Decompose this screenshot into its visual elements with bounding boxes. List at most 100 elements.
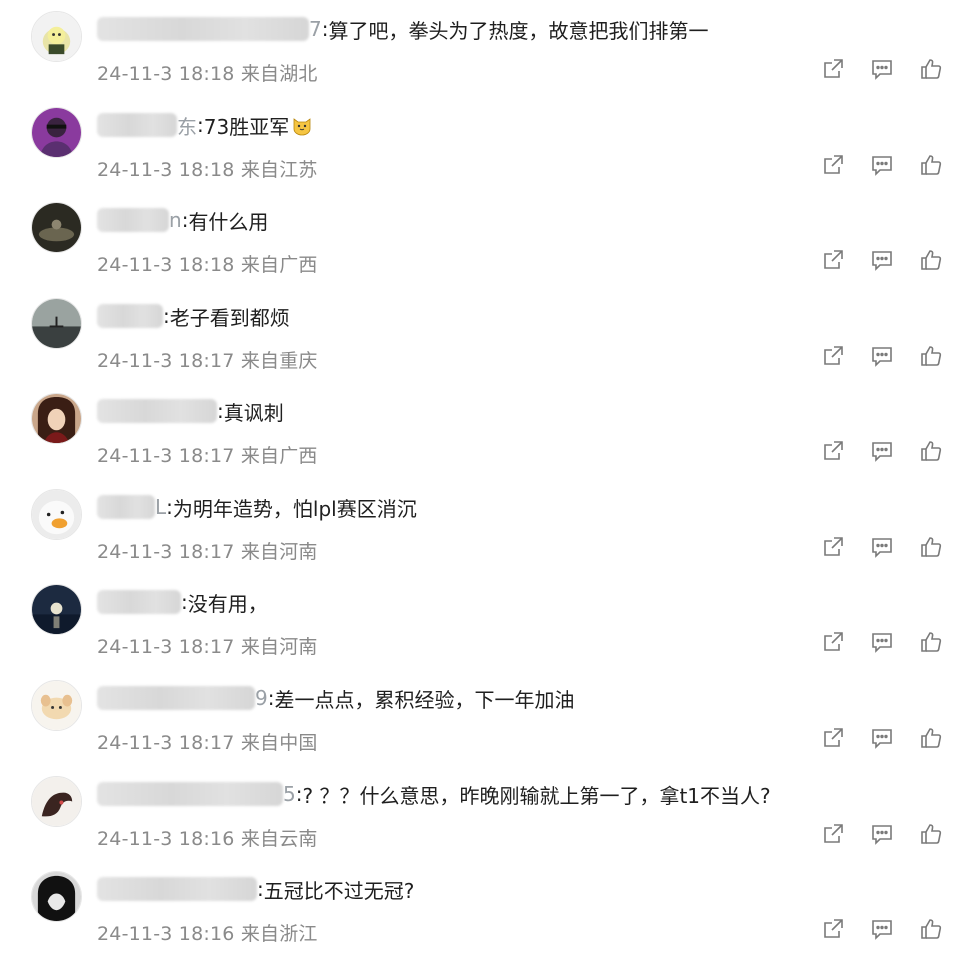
avatar[interactable] <box>31 298 82 349</box>
like-button[interactable] <box>918 346 944 370</box>
share-button[interactable] <box>820 632 846 656</box>
comment-icon <box>870 917 894 945</box>
comment-meta: 24-11-3 18:16 来自云南 <box>97 824 318 851</box>
username-tail[interactable]: n <box>169 208 182 232</box>
thumbs-up-icon <box>919 726 943 754</box>
comment-date: 24-11-3 18:16 <box>97 828 235 850</box>
reply-button[interactable] <box>869 632 895 656</box>
username-redacted[interactable] <box>97 590 181 614</box>
thumbs-up-icon <box>919 344 943 372</box>
share-button[interactable] <box>820 250 846 274</box>
comment-meta: 24-11-3 18:17 来自河南 <box>97 537 318 564</box>
comment-text: 73胜亚军 <box>203 114 290 139</box>
thumbs-up-icon <box>919 439 943 467</box>
comment-text: 没有用， <box>187 591 268 616</box>
reply-button[interactable] <box>869 346 895 370</box>
comment-meta: 24-11-3 18:18 来自湖北 <box>97 59 318 86</box>
username-redacted[interactable] <box>97 877 257 901</box>
comment-separator: : <box>163 304 170 328</box>
share-icon <box>821 630 845 658</box>
comment-location: 来自河南 <box>240 636 318 658</box>
like-button[interactable] <box>918 632 944 656</box>
like-button[interactable] <box>918 728 944 752</box>
share-button[interactable] <box>820 346 846 370</box>
comment-separator: : <box>295 782 303 806</box>
avatar[interactable] <box>31 107 82 158</box>
share-icon <box>821 439 845 467</box>
like-button[interactable] <box>918 250 944 274</box>
cat-emoji-icon <box>291 114 313 136</box>
reply-button[interactable] <box>869 441 895 465</box>
share-icon <box>821 917 845 945</box>
avatar[interactable] <box>31 489 82 540</box>
thumbs-up-icon <box>919 248 943 276</box>
share-button[interactable] <box>820 59 846 83</box>
comment-text: ? ？？什么意思，昨晚刚输就上第一了，拿t1不当人? <box>302 783 771 808</box>
username-redacted[interactable] <box>97 113 177 137</box>
username-tail[interactable]: 9 <box>255 686 268 710</box>
avatar[interactable] <box>31 11 82 62</box>
reply-button[interactable] <box>869 537 895 561</box>
avatar[interactable] <box>31 680 82 731</box>
comment-location: 来自云南 <box>240 828 318 850</box>
comment-icon <box>870 535 894 563</box>
comment-location: 来自中国 <box>240 732 318 754</box>
share-button[interactable] <box>820 441 846 465</box>
comment-separator: : <box>321 17 329 41</box>
comment-icon <box>870 630 894 658</box>
like-button[interactable] <box>918 441 944 465</box>
like-button[interactable] <box>918 155 944 179</box>
reply-button[interactable] <box>869 155 895 179</box>
share-button[interactable] <box>820 824 846 848</box>
comment-item: 东 : 73胜亚军 24-11-3 18:18 来自江苏 <box>0 107 960 204</box>
reply-button[interactable] <box>869 250 895 274</box>
like-button[interactable] <box>918 537 944 561</box>
avatar[interactable] <box>31 393 82 444</box>
comment-icon <box>870 439 894 467</box>
share-button[interactable] <box>820 728 846 752</box>
username-tail[interactable]: 5 <box>283 782 296 806</box>
comment-location: 来自湖北 <box>240 63 318 85</box>
comment-meta: 24-11-3 18:17 来自中国 <box>97 728 318 755</box>
like-button[interactable] <box>918 824 944 848</box>
reply-button[interactable] <box>869 824 895 848</box>
username-tail[interactable]: 东 <box>177 111 197 140</box>
thumbs-up-icon <box>919 630 943 658</box>
comment-item: 7 : 算了吧，拳头为了热度，故意把我们排第一 24-11-3 18:18 来自… <box>0 11 960 108</box>
thumbs-up-icon <box>919 822 943 850</box>
username-redacted[interactable] <box>97 17 309 41</box>
username-redacted[interactable] <box>97 399 217 423</box>
avatar[interactable] <box>31 202 82 253</box>
share-button[interactable] <box>820 919 846 943</box>
share-button[interactable] <box>820 155 846 179</box>
username-redacted[interactable] <box>97 686 255 710</box>
comment-meta: 24-11-3 18:18 来自广西 <box>97 250 318 277</box>
share-button[interactable] <box>820 537 846 561</box>
comment-meta: 24-11-3 18:17 来自重庆 <box>97 346 318 373</box>
username-redacted[interactable] <box>97 782 283 806</box>
comment-icon <box>870 344 894 372</box>
username-tail[interactable]: L <box>155 495 166 519</box>
comment-text: 算了吧，拳头为了热度，故意把我们排第一 <box>328 18 709 43</box>
comment-date: 24-11-3 18:16 <box>97 923 235 945</box>
username-redacted[interactable] <box>97 495 155 519</box>
like-button[interactable] <box>918 919 944 943</box>
username-redacted[interactable] <box>97 304 163 328</box>
avatar[interactable] <box>31 871 82 922</box>
reply-button[interactable] <box>869 728 895 752</box>
comment-text: 真讽刺 <box>223 400 284 425</box>
comment-date: 24-11-3 18:18 <box>97 63 235 85</box>
comment-date: 24-11-3 18:17 <box>97 541 235 563</box>
like-button[interactable] <box>918 59 944 83</box>
comment-meta: 24-11-3 18:17 来自广西 <box>97 441 318 468</box>
comment-date: 24-11-3 18:17 <box>97 732 235 754</box>
avatar[interactable] <box>31 776 82 827</box>
reply-button[interactable] <box>869 919 895 943</box>
avatar[interactable] <box>31 584 82 635</box>
comment-item: : 老子看到都烦 24-11-3 18:17 来自重庆 <box>0 298 960 395</box>
username-redacted[interactable] <box>97 208 169 232</box>
comment-meta: 24-11-3 18:18 来自江苏 <box>97 155 318 182</box>
username-tail[interactable]: 7 <box>309 17 322 41</box>
comment-date: 24-11-3 18:18 <box>97 254 235 276</box>
reply-button[interactable] <box>869 59 895 83</box>
